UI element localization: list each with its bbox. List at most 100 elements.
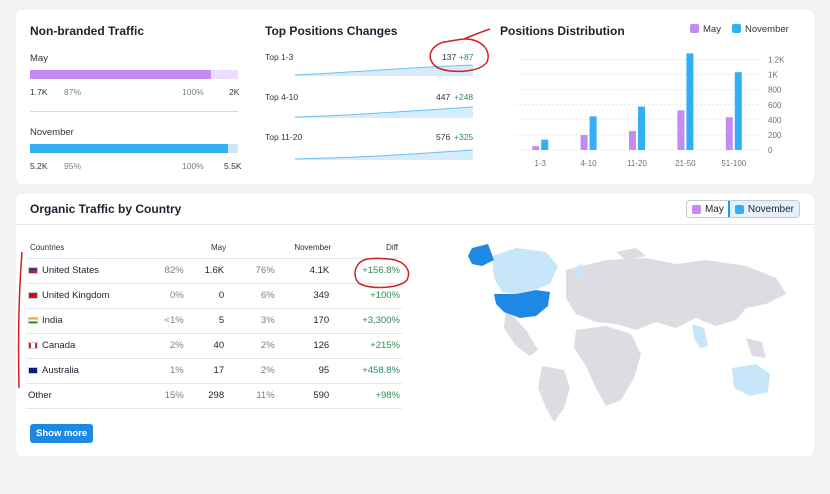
canada-shape — [492, 248, 558, 294]
col-countries: Countries — [30, 243, 65, 253]
bar-may-51-100[interactable] — [725, 117, 733, 150]
y-tick-label: 1.2K — [768, 56, 785, 65]
bar-may-21-50[interactable] — [677, 110, 685, 150]
alaska-shape — [468, 244, 494, 266]
bar-november-51-100[interactable] — [734, 72, 742, 150]
november-traffic: 126 — [276, 333, 332, 359]
table-row[interactable]: India <1% 5 3% 170 +3,300% — [26, 308, 402, 334]
november-share: 6% — [226, 283, 277, 309]
diff-value: +458.8% — [331, 358, 402, 384]
top-11-20-label: Top 11-20 — [265, 132, 303, 142]
top-positions-title: Top Positions Changes — [265, 24, 398, 38]
in-flag-icon — [28, 317, 38, 324]
table-row[interactable]: Australia 1% 17 2% 95 +458.8% — [26, 358, 402, 384]
diff-value: +3,300% — [331, 308, 402, 334]
may-value: 1.7K — [30, 87, 48, 97]
november-share: 76% — [226, 258, 277, 284]
top-4-10-delta: +248 — [454, 92, 474, 102]
y-tick-label: 1K — [768, 71, 778, 80]
may-traffic: 17 — [185, 358, 227, 384]
bar-november-1-3[interactable] — [541, 139, 549, 150]
us-flag-icon — [28, 267, 38, 274]
country-title: Organic Traffic by Country — [30, 202, 182, 216]
india-shape — [692, 324, 708, 348]
col-november: November — [294, 243, 332, 253]
non-branded-title: Non-branded Traffic — [30, 24, 145, 38]
uk-flag-icon — [28, 292, 38, 299]
legend-may-label: May — [703, 24, 721, 35]
november-traffic: 4.1K — [276, 258, 332, 284]
may-share: <1% — [147, 308, 186, 334]
legend-may[interactable]: May — [690, 24, 721, 35]
may-pct: 87% — [64, 87, 82, 97]
november-pct: 95% — [64, 161, 82, 171]
legend-november[interactable]: November — [732, 24, 789, 35]
may-full: 100% — [182, 87, 204, 97]
top-4-10-value: 447 — [436, 92, 451, 102]
legend-november-swatch — [732, 24, 741, 33]
x-tick-label: 1-3 — [534, 159, 546, 168]
toggle-may-label: May — [704, 203, 724, 215]
au-flag-icon — [28, 367, 38, 374]
november-traffic: 170 — [276, 308, 332, 334]
eurasia-shape — [566, 258, 786, 330]
country-name: United Kingdom — [26, 283, 148, 309]
november-full: 100% — [182, 161, 204, 171]
may-traffic: 5 — [185, 308, 227, 334]
country-label: Other — [28, 390, 52, 401]
x-tick-label: 11-20 — [627, 159, 647, 168]
bar-november-4-10[interactable] — [589, 116, 597, 150]
toggle-november-swatch — [734, 204, 744, 214]
australia-shape — [732, 364, 770, 396]
top-11-20-delta: +325 — [454, 132, 474, 142]
country-name: Canada — [26, 333, 148, 359]
may-traffic-fill — [30, 70, 211, 79]
november-traffic: 590 — [276, 383, 332, 409]
november-traffic: 349 — [276, 283, 332, 309]
bar-may-4-10[interactable] — [580, 134, 588, 150]
y-tick-label: 0 — [768, 146, 773, 155]
period-toggle: May November — [685, 200, 800, 218]
distribution-title: Positions Distribution — [500, 24, 625, 38]
top-4-10-sparkline — [295, 106, 473, 118]
toggle-may[interactable]: May — [687, 201, 729, 217]
top-11-20-value: 576 — [436, 132, 451, 142]
may-traffic: 0 — [185, 283, 227, 309]
diff-value: +215% — [331, 333, 402, 359]
y-tick-label: 200 — [768, 131, 782, 140]
top-4-10-label: Top 4-10 — [265, 92, 299, 102]
country-label: India — [42, 315, 63, 326]
table-row[interactable]: United Kingdom 0% 0 6% 349 +100% — [26, 283, 402, 309]
top-11-20-sparkline — [295, 149, 473, 160]
red-circle-annotation — [354, 257, 410, 289]
x-tick-label: 4-10 — [581, 159, 598, 168]
may-share: 1% — [147, 358, 186, 384]
bar-may-11-20[interactable] — [629, 131, 636, 150]
november-share: 3% — [226, 308, 277, 334]
may-max: 2K — [229, 87, 240, 97]
toggle-november-label: November — [747, 203, 794, 215]
country-name: Other — [26, 383, 148, 409]
november-traffic: 95 — [276, 358, 332, 384]
november-label: November — [30, 127, 74, 138]
red-circle-annotation — [429, 28, 491, 73]
y-tick-label: 800 — [768, 86, 782, 95]
bar-november-11-20[interactable] — [638, 106, 645, 150]
may-traffic-bar — [30, 70, 238, 79]
red-line-annotation — [17, 251, 23, 389]
south-america-shape — [538, 366, 570, 422]
legend-november-label: November — [745, 24, 789, 35]
divider — [30, 111, 238, 112]
may-share: 15% — [147, 383, 186, 409]
x-tick-label: 51-100 — [721, 159, 746, 168]
table-row[interactable]: Other 15% 298 11% 590 +98% — [26, 383, 402, 409]
table-row[interactable]: United States 82% 1.6K 76% 4.1K +156.8% — [26, 258, 402, 284]
ca-flag-icon — [28, 342, 38, 349]
november-share: 2% — [226, 333, 277, 359]
show-more-button[interactable]: Show more — [30, 424, 94, 443]
table-row[interactable]: Canada 2% 40 2% 126 +215% — [26, 333, 402, 359]
world-map — [468, 244, 786, 422]
bar-may-1-3[interactable] — [532, 146, 540, 150]
toggle-november[interactable]: November — [727, 201, 799, 217]
bar-november-21-50[interactable] — [686, 53, 694, 151]
